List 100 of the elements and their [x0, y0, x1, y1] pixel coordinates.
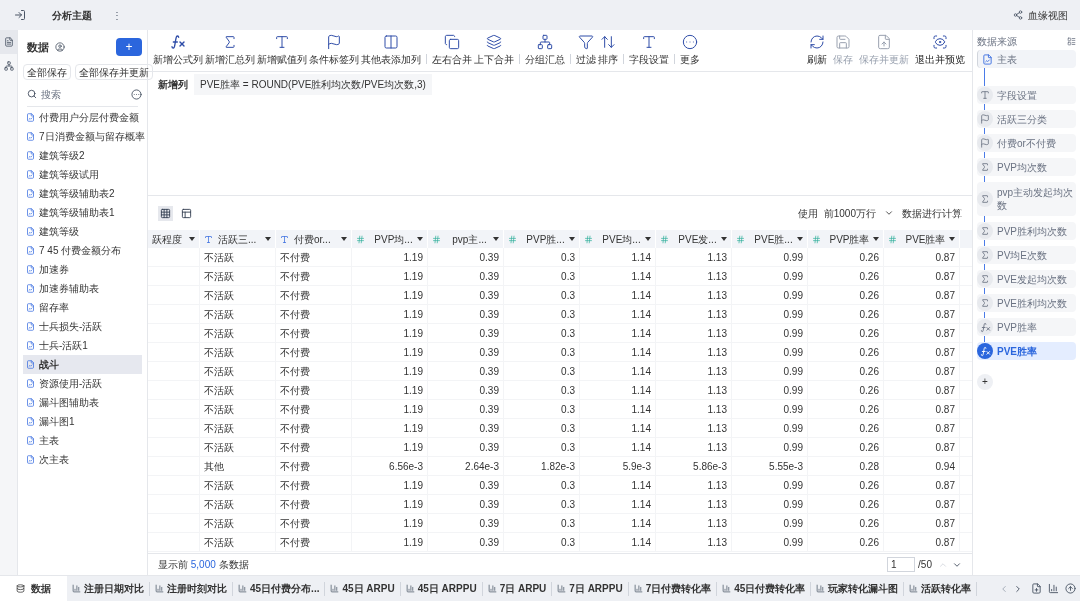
sheet-tab[interactable]: 活跃转化率: [904, 581, 978, 596]
add-sheet-icon[interactable]: [1031, 583, 1042, 594]
column-header[interactable]: PVP胜...: [504, 230, 580, 248]
column-header[interactable]: PVE均...: [580, 230, 656, 248]
exit-icon[interactable]: [14, 9, 26, 21]
dataset-item[interactable]: 主表: [23, 431, 142, 450]
flow-step[interactable]: PVP均次数: [977, 158, 1076, 176]
add-button[interactable]: +: [116, 38, 142, 56]
toolbar-button[interactable]: 更多: [679, 34, 701, 67]
chevron-down-icon: [884, 208, 894, 218]
flow-step[interactable]: 字段设置: [977, 86, 1076, 104]
function-icon: [979, 345, 991, 357]
toolbar-button[interactable]: 其他表添加列: [360, 34, 422, 67]
column-header[interactable]: 活跃三...: [200, 230, 276, 248]
column-header[interactable]: 付费or...: [276, 230, 352, 248]
toolbar-button[interactable]: 分组汇总: [524, 34, 566, 67]
column-title: PVE胜率: [905, 232, 946, 247]
grid-view-icon[interactable]: [158, 205, 173, 221]
flow-step[interactable]: PVE胜率: [977, 342, 1076, 360]
dataset-item[interactable]: 建筑等级试用: [23, 165, 142, 184]
save-all-button[interactable]: 全部保存: [23, 64, 71, 80]
dataset-item[interactable]: 留存率: [23, 298, 142, 317]
collapse-icon[interactable]: [1065, 583, 1076, 594]
search-icon: [27, 89, 37, 99]
range-dropdown[interactable]: 前1000万行: [823, 205, 894, 221]
dataset-item[interactable]: 士兵损失-活跃: [23, 317, 142, 336]
lineage-view-link[interactable]: 血缘视图: [1028, 7, 1068, 23]
dataset-item[interactable]: 漏斗图1: [23, 412, 142, 431]
sheet-tab[interactable]: 45日 ARPU: [325, 581, 401, 596]
toolbar-button[interactable]: 新增汇总列: [204, 34, 256, 67]
toolbar-button[interactable]: 字段设置: [628, 34, 670, 67]
dataset-item[interactable]: 加速券: [23, 260, 142, 279]
flow-step[interactable]: PVE发起均次数: [977, 270, 1076, 288]
column-header[interactable]: PVE发...: [656, 230, 732, 248]
sheet-tab[interactable]: 7日 ARPPU: [552, 581, 629, 596]
sheet-tab[interactable]: 数据: [0, 576, 67, 601]
flow-step[interactable]: PVP胜利均次数: [977, 222, 1076, 240]
flow-step[interactable]: 主表: [977, 50, 1076, 68]
flow-step[interactable]: 付费or不付费: [977, 134, 1076, 152]
text-type-icon: [280, 234, 289, 244]
flow-icon[interactable]: [3, 61, 14, 71]
dataset-item[interactable]: 建筑等级辅助表2: [23, 184, 142, 203]
column-header[interactable]: pvp主...: [428, 230, 504, 248]
dataset-item[interactable]: 建筑等级辅助表1: [23, 203, 142, 222]
flow-step[interactable]: PV均E次数: [977, 246, 1076, 264]
sheet-tab[interactable]: 注册时刻对比: [150, 581, 233, 596]
flow-step[interactable]: PVP胜率: [977, 318, 1076, 336]
flow-step[interactable]: PVE胜利均次数: [977, 294, 1076, 312]
toolbar-button[interactable]: 新增赋值列: [256, 34, 308, 67]
flow-step[interactable]: 活跃三分类: [977, 110, 1076, 128]
toolbar-button[interactable]: 新增公式列: [152, 34, 204, 67]
layout-view-icon[interactable]: [181, 207, 192, 219]
toolbar-button[interactable]: 排序: [597, 34, 619, 67]
dataset-item[interactable]: 加速券辅助表: [23, 279, 142, 298]
dataset-item[interactable]: 次主表: [23, 450, 142, 469]
dataset-item[interactable]: 7 45 付费金额分布: [23, 241, 142, 260]
toolbar-button[interactable]: 退出并预览: [912, 34, 968, 67]
dataset-item[interactable]: 付费用户分层付费金额: [23, 108, 142, 127]
file-icon[interactable]: [3, 37, 14, 47]
scroll-right-icon[interactable]: [1013, 583, 1023, 594]
sheet-tab[interactable]: 注册日期对比: [67, 581, 150, 596]
page-field[interactable]: 1: [887, 557, 916, 572]
table-cell: 1.19: [352, 438, 428, 456]
caret-icon: [797, 237, 803, 241]
sheet-tab[interactable]: 45日付费分布...: [233, 581, 326, 596]
table-cell: 0.39: [428, 267, 504, 285]
dataset-item[interactable]: 建筑等级: [23, 222, 142, 241]
toolbar-button[interactable]: 刷新: [804, 34, 830, 67]
sheet-tab[interactable]: 45日付费转化率: [717, 581, 812, 596]
table-cell: 0.99: [732, 400, 808, 418]
toolbar-button[interactable]: 左右合并: [431, 34, 473, 67]
dataset-item[interactable]: 漏斗图辅助表: [23, 393, 142, 412]
column-header[interactable]: PVP均...: [352, 230, 428, 248]
search-field[interactable]: 搜索: [41, 86, 121, 102]
column-header[interactable]: PVE胜...: [732, 230, 808, 248]
save-all-button[interactable]: 全部保存并更新: [75, 64, 153, 80]
column-header[interactable]: PVE胜率: [884, 230, 960, 248]
add-chart-icon[interactable]: [1048, 583, 1059, 594]
menu-button[interactable]: ⋮: [112, 7, 122, 23]
formula-field[interactable]: PVE胜率 = ROUND(PVE胜利均次数/PVE均次数,3): [194, 73, 432, 95]
sheet-tab[interactable]: 45日 ARPPU: [400, 581, 483, 596]
toolbar-button[interactable]: 条件标签列: [308, 34, 360, 67]
column-header[interactable]: 跃程度: [148, 230, 200, 248]
toolbar-button[interactable]: 过滤: [575, 34, 597, 67]
add-step-button[interactable]: +: [977, 374, 993, 390]
column-header[interactable]: PVP胜率: [808, 230, 884, 248]
sheet-tab[interactable]: 7日 ARPU: [482, 581, 553, 596]
flow-step[interactable]: pvp主动发起均次数: [977, 182, 1076, 216]
table-cell: 0.3: [504, 381, 580, 399]
sheet-tab[interactable]: 玩家转化漏斗图: [811, 581, 905, 596]
more-icon[interactable]: [131, 88, 142, 100]
dataset-item[interactable]: 建筑等级2: [23, 146, 142, 165]
dataset-item[interactable]: 士兵-活跃1: [23, 336, 142, 355]
toolbar-button[interactable]: 上下合并: [473, 34, 515, 67]
chart-icon: [487, 584, 497, 593]
sheet-tab[interactable]: 7日付费转化率: [628, 581, 718, 596]
dataset-item[interactable]: 资源使用-活跃: [23, 374, 142, 393]
table-cell: 1.14: [580, 324, 656, 342]
expand-icon[interactable]: [1067, 36, 1076, 46]
dataset-item[interactable]: 战斗: [23, 355, 142, 374]
